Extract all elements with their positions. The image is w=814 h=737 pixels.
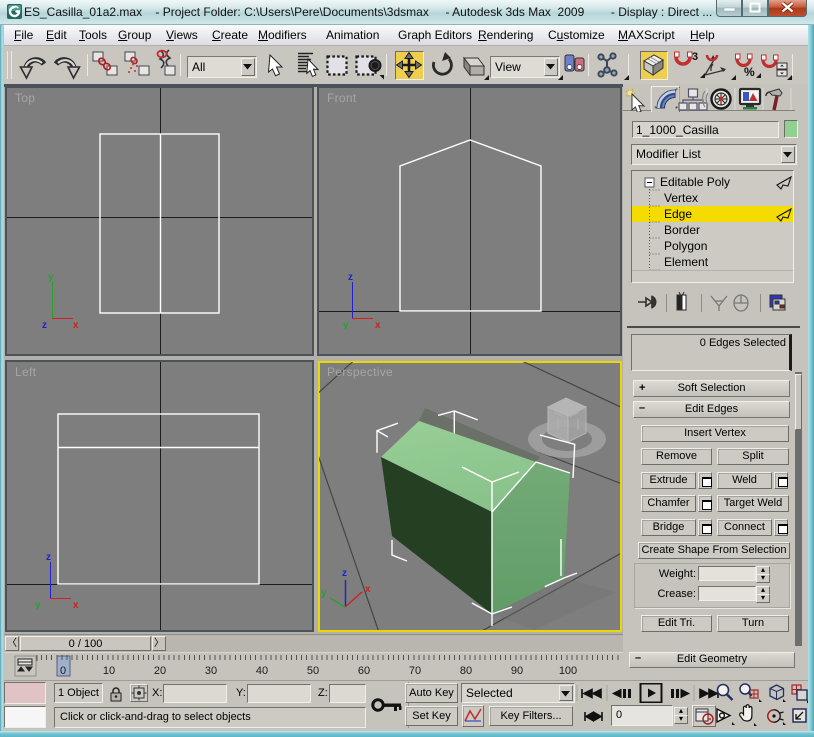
svg-text:0: 0 <box>60 665 66 677</box>
svg-text:20: 20 <box>154 665 166 677</box>
svg-text:3: 3 <box>692 51 698 63</box>
svg-text:30: 30 <box>205 665 217 677</box>
svg-text:y: y <box>35 600 41 611</box>
svg-text:80: 80 <box>460 665 472 677</box>
svg-text:%: % <box>744 65 755 79</box>
svg-text:y: y <box>343 320 349 331</box>
svg-text:60: 60 <box>358 665 370 677</box>
svg-text:x: x <box>73 600 79 611</box>
svg-text:z: z <box>46 552 51 563</box>
svg-text:10: 10 <box>103 665 115 677</box>
svg-text:x: x <box>375 320 381 331</box>
svg-text:y: y <box>48 272 54 283</box>
svg-text:90: 90 <box>511 665 523 677</box>
svg-text:z: z <box>42 320 47 331</box>
svg-text:100: 100 <box>559 665 577 677</box>
svg-text:x: x <box>365 584 371 595</box>
svg-text:z: z <box>348 272 353 283</box>
svg-text:50: 50 <box>307 665 319 677</box>
svg-text:70: 70 <box>409 665 421 677</box>
svg-text:x: x <box>73 320 79 331</box>
svg-text:y: y <box>321 588 327 599</box>
svg-text:40: 40 <box>256 665 268 677</box>
svg-text:z: z <box>342 568 347 579</box>
